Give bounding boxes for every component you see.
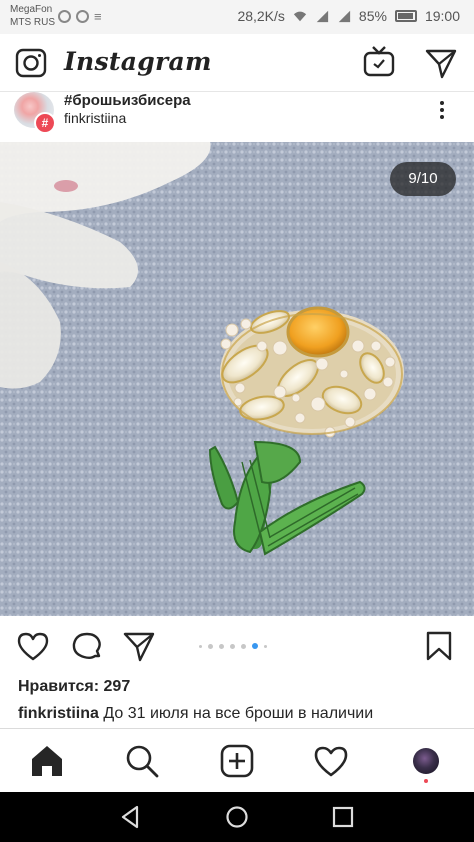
- activity-heart-icon[interactable]: [313, 743, 349, 779]
- network-speed: 28,2K/s: [237, 8, 285, 24]
- carousel-dot: [264, 644, 267, 648]
- carousel-dot: [219, 643, 224, 649]
- post-username[interactable]: finkristiina: [64, 110, 126, 126]
- camera-icon[interactable]: [14, 46, 48, 80]
- back-icon[interactable]: [118, 804, 144, 830]
- post-header: # #брошьизбисера finkristiina: [0, 92, 474, 142]
- save-bookmark-icon[interactable]: [424, 630, 454, 662]
- app-header: Instagram: [0, 34, 474, 92]
- menu-lines-icon: ≡: [94, 9, 102, 24]
- battery-percent: 85%: [358, 8, 387, 24]
- carousel-dot: [208, 643, 213, 649]
- comment-icon[interactable]: [70, 630, 104, 662]
- signal-icon-2: [338, 10, 351, 23]
- carrier-info: MegaFon MTS RUS: [10, 3, 55, 29]
- carousel-dot-active: [252, 643, 258, 649]
- signal-icon-1: [316, 10, 329, 23]
- more-options-icon[interactable]: [434, 98, 450, 122]
- caption-username[interactable]: finkristiina: [18, 705, 99, 722]
- status-bar: MegaFon MTS RUS ≡ 28,2K/s 85% 19:00: [0, 0, 474, 34]
- recents-square-icon[interactable]: [330, 804, 356, 830]
- home-circle-icon[interactable]: [224, 804, 250, 830]
- post-actions: [0, 616, 474, 676]
- carousel-dot: [230, 643, 235, 649]
- bottom-navigation: [0, 728, 474, 792]
- caption-text: До 31 июля на все броши в наличии: [98, 705, 374, 722]
- hashtag-badge-icon: #: [34, 112, 56, 134]
- igtv-icon[interactable]: [362, 45, 396, 79]
- notification-icons: ≡: [58, 10, 102, 23]
- image-counter-badge: 9/10: [390, 162, 456, 196]
- add-post-icon[interactable]: [219, 743, 255, 779]
- battery-icon: [394, 10, 417, 22]
- chrome-notification-icon: [76, 10, 89, 23]
- wifi-icon: [293, 11, 307, 22]
- direct-message-icon[interactable]: [424, 46, 458, 80]
- brooch-image: [0, 142, 474, 616]
- search-icon[interactable]: [124, 743, 160, 779]
- carousel-dot: [241, 643, 246, 649]
- post-photo[interactable]: 9/10: [0, 142, 474, 616]
- notification-dot: [424, 779, 428, 783]
- status-right: 28,2K/s 85% 19:00: [237, 8, 460, 24]
- clock: 19:00: [424, 8, 460, 24]
- system-navigation: [0, 792, 474, 842]
- profile-avatar[interactable]: [413, 748, 439, 774]
- carrier-name-1: MegaFon: [10, 4, 53, 15]
- carousel-indicator: [199, 643, 267, 649]
- post-caption: finkristiina До 31 июля на все броши в н…: [18, 705, 458, 723]
- home-icon[interactable]: [29, 743, 65, 779]
- carousel-dot: [199, 644, 202, 648]
- share-icon[interactable]: [122, 630, 156, 662]
- carrier-name-2: MTS RUS: [10, 17, 55, 28]
- like-heart-icon[interactable]: [16, 630, 50, 662]
- pinterest-notification-icon: [58, 10, 71, 23]
- likes-count[interactable]: Нравится: 297: [18, 678, 130, 696]
- post-hashtag[interactable]: #брошьизбисера: [64, 92, 191, 109]
- app-title: Instagram: [64, 47, 212, 76]
